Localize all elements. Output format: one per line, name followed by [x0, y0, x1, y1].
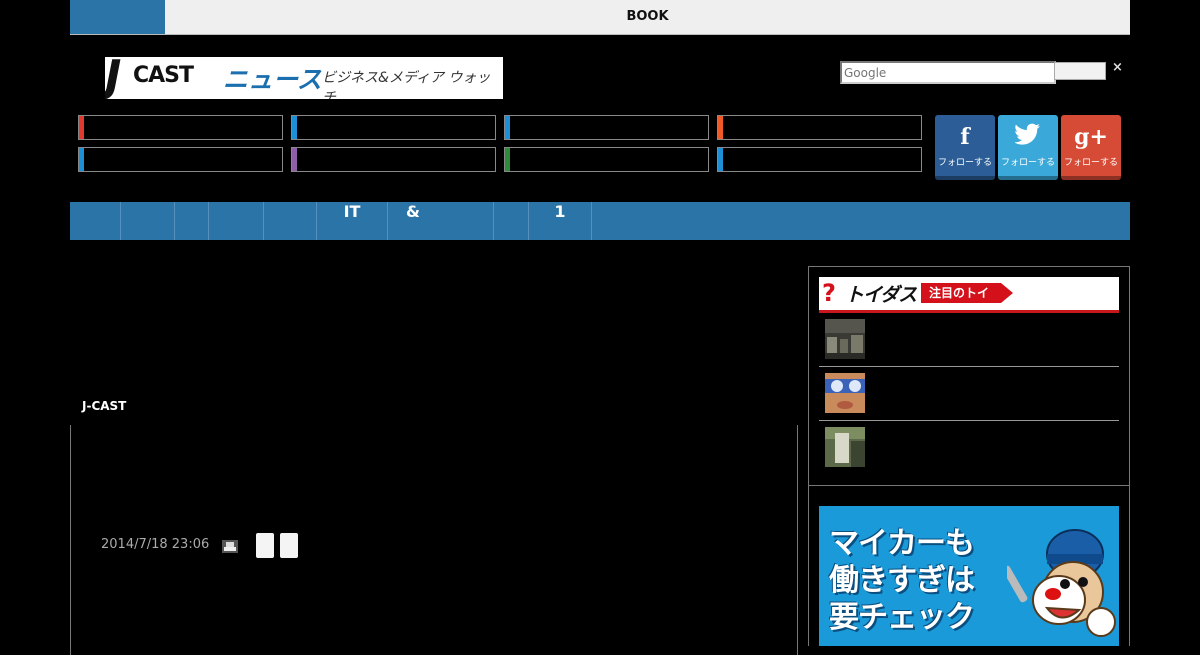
- top-bar: BOOK: [70, 0, 1130, 35]
- nav-item[interactable]: [70, 202, 121, 240]
- site-logo[interactable]: J CAST ニュース ビジネス&メディア ウォッチ: [105, 57, 503, 99]
- category-box[interactable]: [291, 147, 496, 172]
- twitter-icon: [998, 123, 1058, 151]
- ad-text-line: 要チェック: [829, 600, 975, 635]
- category-box[interactable]: [717, 115, 922, 140]
- search-button[interactable]: [1054, 62, 1106, 80]
- nav-item-it[interactable]: IT: [317, 202, 388, 240]
- twitter-follow-button[interactable]: フォローする: [998, 115, 1058, 180]
- list-item[interactable]: [819, 313, 1119, 367]
- follow-label: フォローする: [937, 158, 992, 168]
- category-box[interactable]: [717, 147, 922, 172]
- category-box[interactable]: [504, 147, 709, 172]
- thumbnail-image: [825, 319, 865, 359]
- follow-label: フォローする: [1000, 158, 1055, 168]
- toigus-logo: トイダス: [845, 284, 917, 306]
- follow-label: フォローする: [1063, 158, 1118, 168]
- toigus-badge: 注目のトイ: [921, 283, 1013, 303]
- mascot-illustration: [1002, 514, 1119, 646]
- article-date: 2014/7/18 23:06: [101, 537, 210, 552]
- nav-item-1[interactable]: 1: [529, 202, 592, 240]
- category-box[interactable]: [291, 115, 496, 140]
- nav-item[interactable]: [175, 202, 209, 240]
- article-source: J-CAST: [82, 399, 127, 413]
- category-box[interactable]: [78, 147, 283, 172]
- facebook-follow-button[interactable]: f フォローする: [935, 115, 995, 180]
- nav-item[interactable]: [264, 202, 317, 240]
- logo-tagline: ビジネス&メディア ウォッチ: [322, 70, 491, 99]
- logo-j: J: [105, 57, 121, 99]
- googleplus-follow-button[interactable]: g+ フォローする: [1061, 115, 1121, 180]
- share-button[interactable]: [256, 533, 274, 558]
- facebook-icon: f: [960, 124, 970, 150]
- nav-item[interactable]: [209, 202, 264, 240]
- logo-cast: CAST: [133, 63, 194, 88]
- advertisement-banner[interactable]: マイカーも 働きすぎは 要チェック: [819, 506, 1119, 646]
- book-link[interactable]: BOOK: [165, 0, 1130, 34]
- main-nav: IT & 1: [70, 202, 1130, 240]
- nav-item[interactable]: [121, 202, 175, 240]
- search-input[interactable]: [840, 61, 1056, 84]
- share-button[interactable]: [280, 533, 298, 558]
- category-box[interactable]: [504, 115, 709, 140]
- close-icon[interactable]: ×: [1112, 60, 1123, 75]
- googleplus-icon: g+: [1074, 124, 1108, 150]
- print-icon[interactable]: [222, 538, 238, 553]
- toigus-header[interactable]: ? トイダス 注目のトイ: [819, 277, 1119, 313]
- nav-item[interactable]: [494, 202, 529, 240]
- list-item[interactable]: [819, 367, 1119, 421]
- thumbnail-image: [825, 427, 865, 467]
- nav-item-and[interactable]: &: [388, 202, 494, 240]
- thumbnail-image: [825, 373, 865, 413]
- logo-news: ニュース: [223, 65, 322, 94]
- category-box[interactable]: [78, 115, 283, 140]
- question-mark-icon: ?: [822, 279, 836, 307]
- list-item[interactable]: [819, 421, 1119, 475]
- top-bar-tab[interactable]: [70, 0, 165, 34]
